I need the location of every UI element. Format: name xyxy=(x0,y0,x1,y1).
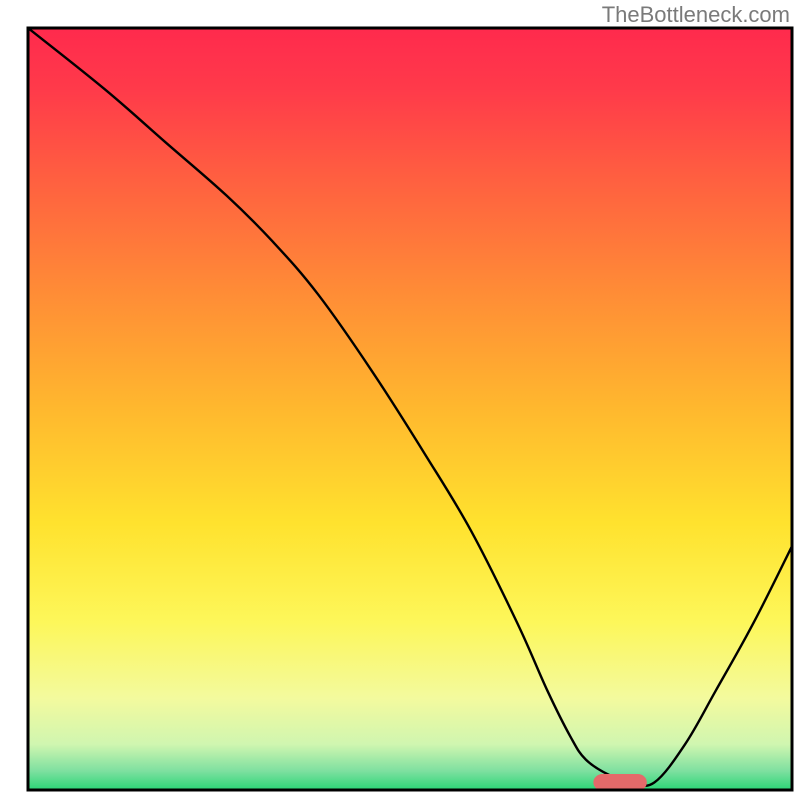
chart-container: TheBottleneck.com xyxy=(0,0,800,800)
plot-background xyxy=(28,28,792,790)
watermark-text: TheBottleneck.com xyxy=(602,2,790,28)
bottleneck-plot xyxy=(0,0,800,800)
optimal-range-marker xyxy=(593,774,646,791)
